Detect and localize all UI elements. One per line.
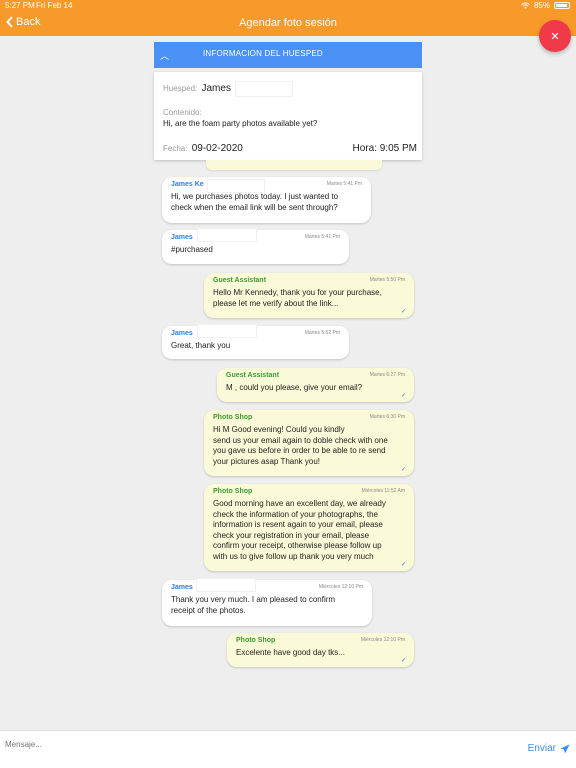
redacted-surname: [235, 81, 294, 97]
message-bubble: Photo Shop Miércoles 11:52 Am Good morni…: [204, 484, 414, 571]
status-time: 5:27 PM: [5, 1, 35, 10]
date-row: Fecha: 09-02-2020: [163, 143, 243, 154]
message-bubble: James Miércoles 12:10 Pm Thank you very …: [162, 580, 372, 626]
send-label: Enviar: [527, 743, 556, 754]
sender-name: James: [171, 330, 193, 337]
message-bubble: Guest Assistant Martes 6:27 Pm M , could…: [217, 368, 414, 402]
sender-name: Photo Shop: [213, 488, 253, 495]
status-bar: 5:27 PM Fri Feb 14 85%: [0, 0, 576, 12]
message-time: Martes 5:50 Pm: [369, 277, 405, 283]
time-value: Hora: 9:05 PM: [352, 143, 417, 154]
sender-name: Guest Assistant: [226, 372, 280, 379]
message-text: Excelente have good day tks...: [236, 648, 345, 657]
guest-info-title: INFORMACION DEL HUESPED: [203, 49, 323, 58]
sender-name: James Ke: [171, 181, 204, 188]
nav-bar: Back Agendar foto sesión: [0, 12, 576, 36]
wifi-icon: [521, 2, 530, 9]
content-label: Contenido:: [163, 108, 202, 117]
check-icon: ✓: [400, 562, 406, 568]
sender-name: Photo Shop: [236, 637, 276, 644]
message-time: Miércoles 12:10 Pm: [360, 637, 405, 643]
check-icon: ✓: [400, 658, 406, 664]
guest-row: Huesped: James: [163, 81, 294, 97]
send-button[interactable]: Enviar: [528, 743, 570, 754]
message-time: Miércoles 12:10 Pm: [318, 584, 363, 590]
date-value: 09-02-2020: [191, 143, 243, 154]
sender-name: Photo Shop: [213, 414, 253, 421]
page-title: Agendar foto sesión: [239, 17, 337, 29]
message-bubble: Photo Shop Miércoles 12:10 Pm Excelente …: [227, 633, 414, 667]
message-text: Great, thank you: [171, 341, 231, 350]
guest-name: James: [201, 83, 231, 95]
sender-name: James: [171, 584, 193, 591]
message-time: Martes 5:52 Pm: [304, 330, 340, 336]
close-button[interactable]: ✕: [539, 20, 571, 52]
battery-icon: [554, 2, 570, 9]
compose-bar: Enviar: [0, 730, 576, 768]
hidden-message-edge: [206, 160, 382, 170]
check-icon: ✓: [400, 309, 406, 315]
message-bubble: Guest Assistant Martes 5:50 Pm Hello Mr …: [204, 273, 414, 318]
message-time: Martes 5:41 Pm: [304, 234, 340, 240]
battery-percent: 85%: [533, 1, 550, 10]
chevron-up-icon: ︿: [160, 51, 170, 61]
message-input[interactable]: [5, 740, 505, 749]
guest-info-toggle[interactable]: ︿ INFORMACION DEL HUESPED: [154, 42, 422, 68]
guest-label: Huesped:: [163, 84, 198, 94]
check-icon: ✓: [400, 393, 406, 399]
date-label: Fecha:: [163, 144, 188, 153]
message-time: Martes 6:30 Pm: [369, 414, 405, 420]
check-icon: ✓: [400, 467, 406, 473]
status-date: Fri Feb 14: [36, 1, 73, 10]
message-time: Martes 6:27 Pm: [369, 372, 405, 378]
content-text: Hi, are the foam party photos available …: [163, 119, 318, 128]
message-bubble: Photo Shop Martes 6:30 Pm Hi M Good even…: [204, 410, 414, 476]
message-text: Hi M Good evening! Could you kindly send…: [213, 425, 388, 466]
redacted-name: [197, 324, 257, 338]
close-icon: ✕: [550, 30, 560, 43]
message-text: Hi, we purchases photos today. I just wa…: [171, 192, 339, 212]
message-time: Miércoles 11:52 Am: [361, 488, 405, 494]
message-text: #purchased: [171, 245, 213, 254]
redacted-name: [196, 578, 256, 592]
send-icon: [560, 744, 570, 753]
sender-name: James: [171, 234, 193, 241]
message-time: Martes 5:41 Pm: [326, 181, 362, 187]
status-right: 85%: [521, 1, 570, 10]
message-text: Thank you very much. I am pleased to con…: [171, 595, 336, 615]
message-text: Good morning have an excellent day, we a…: [213, 499, 386, 561]
sender-name: Guest Assistant: [213, 277, 267, 284]
message-text: Hello Mr Kennedy, thank you for your pur…: [213, 288, 382, 308]
guest-info-card: Huesped: James Contenido: Hi, are the fo…: [154, 72, 422, 160]
message-bubble: James Ke Martes 5:41 Pm Hi, we purchases…: [162, 177, 371, 223]
redacted-name: [207, 179, 265, 193]
message-text: M , could you please, give your email?: [226, 383, 363, 392]
redacted-name: [197, 228, 257, 242]
